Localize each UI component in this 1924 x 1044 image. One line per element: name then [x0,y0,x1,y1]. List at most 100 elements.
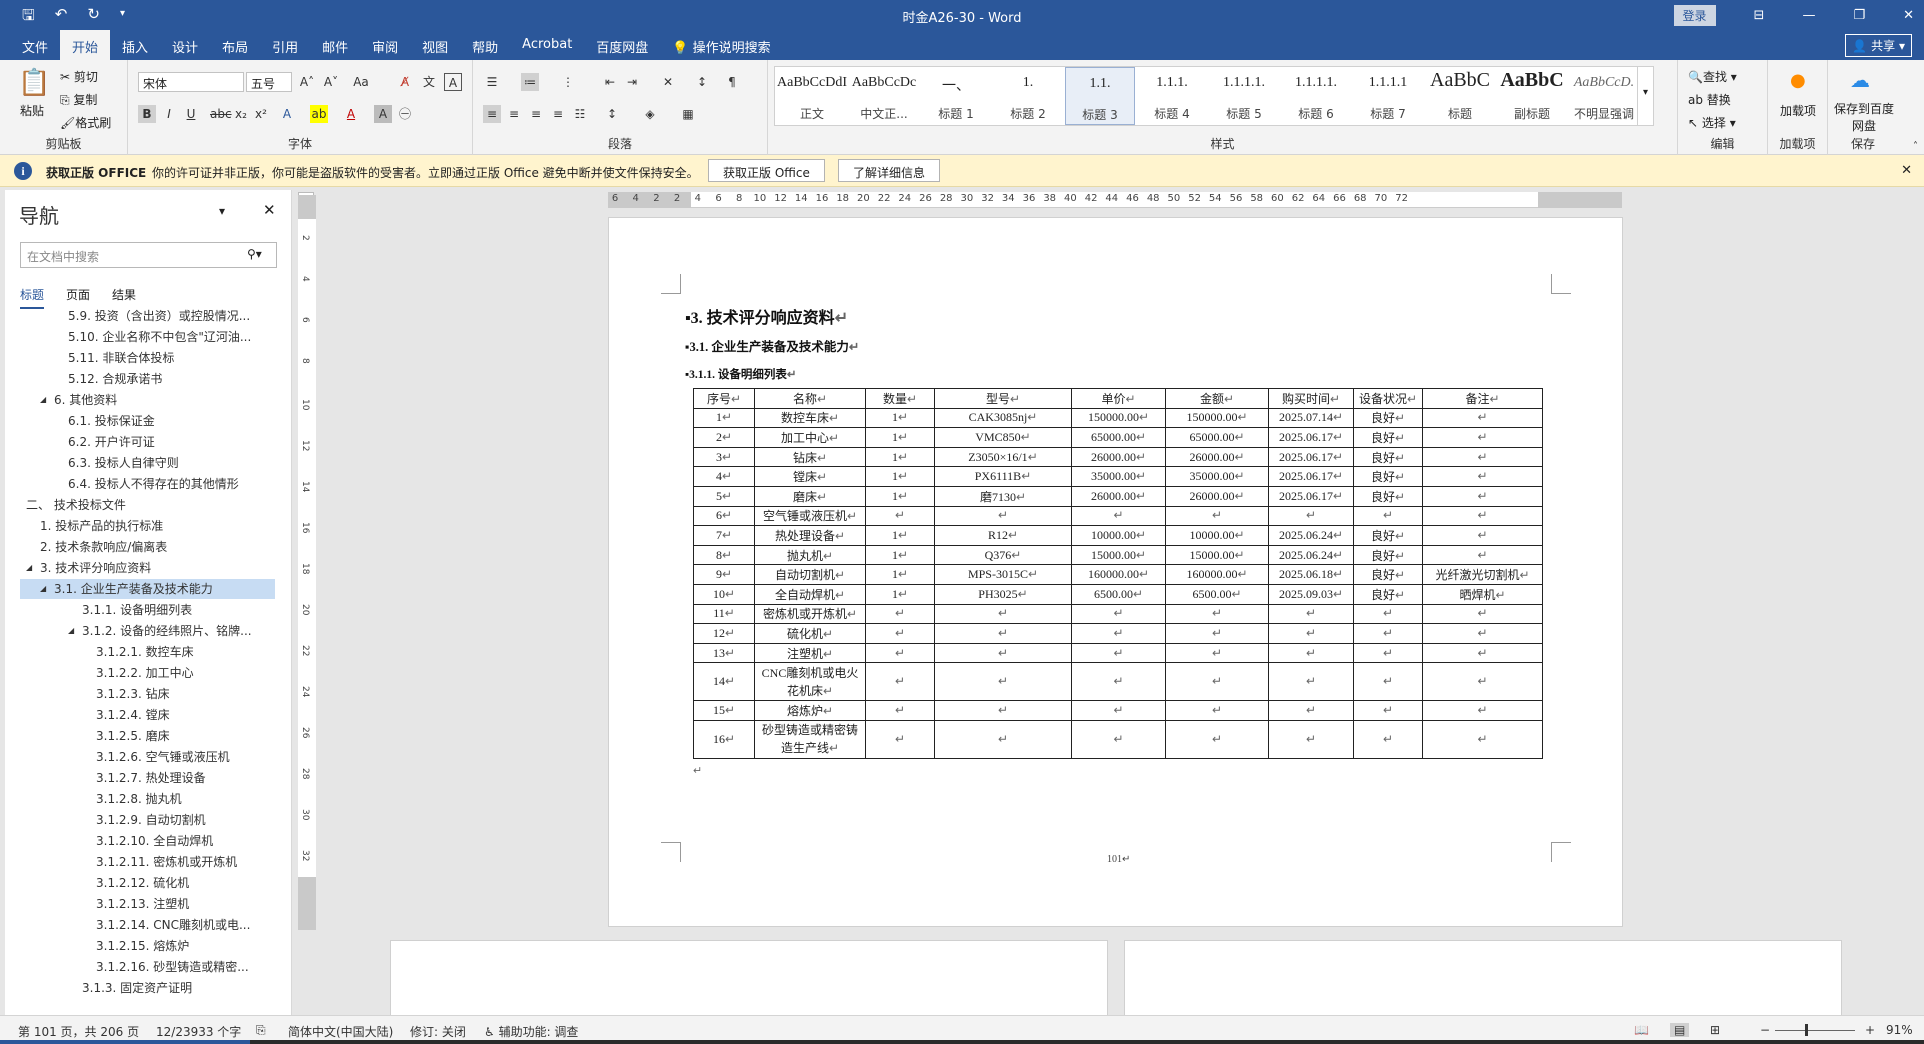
table-cell[interactable]: 加工中心↵ [754,427,866,448]
collapse-arrow-icon[interactable]: ◢ [40,579,46,599]
minimize-icon[interactable]: — [1802,8,1815,23]
table-cell[interactable]: ↵ [1422,662,1543,702]
chinese-layout-icon[interactable]: ✕ [659,73,677,91]
table-cell[interactable]: CAK3085nj↵ [934,407,1072,429]
next-page-left[interactable] [390,940,1108,1020]
table-cell[interactable]: ↵ [1071,662,1166,702]
table-header-cell[interactable]: 备注↵ [1422,388,1543,409]
table-cell[interactable]: MPS-3015C↵ [934,564,1072,585]
table-cell[interactable]: ↵ [1165,719,1269,759]
table-cell[interactable]: 良好↵ [1353,407,1423,429]
nav-heading-item[interactable]: 5.12. 合规承诺书 [20,369,275,389]
table-cell[interactable]: 良好↵ [1353,427,1423,448]
vertical-ruler[interactable]: 2 4 6 8 10 12 14 16 18 20 22 24 26 28 30 32 [298,195,316,930]
heading-2[interactable]: ▪3.1. 企业生产装备及技术能力↵ [685,336,859,355]
copy-button[interactable]: ⎘ 复制 [60,91,97,108]
phonetic-icon[interactable]: 文 [420,73,438,91]
font-size-combo[interactable]: 五号 [246,72,292,92]
table-cell[interactable]: ↵ [1422,719,1543,759]
table-cell[interactable]: 2↵ [693,427,755,448]
table-cell[interactable]: ↵ [865,642,935,664]
table-cell[interactable]: ↵ [1268,642,1354,664]
table-cell[interactable]: 160000.00↵ [1165,564,1269,585]
table-cell[interactable]: 1↵ [865,485,935,507]
table-cell[interactable]: 14↵ [693,662,755,702]
table-cell[interactable]: 2025.09.03↵ [1268,583,1354,605]
table-cell[interactable]: ↵ [1165,603,1269,625]
print-layout-icon[interactable]: ▤ [1670,1023,1690,1037]
table-cell[interactable]: ↵ [865,603,935,625]
table-cell[interactable]: ↵ [1422,427,1543,448]
language[interactable]: 简体中文(中国大陆) [288,1023,393,1040]
table-cell[interactable]: ↵ [1422,544,1543,566]
table-cell[interactable]: 1↵ [865,564,935,585]
nav-heading-item[interactable]: 5.10. 企业名称不中包含"辽河油... [20,327,275,347]
table-cell[interactable]: ↵ [1165,623,1269,644]
nav-heading-item[interactable]: ◢二、 技术投标文件 [20,495,275,515]
style-subtitle[interactable]: AaBbC 副标题 [1497,67,1567,125]
nav-heading-item[interactable]: 3.1.2.12. 硫化机 [20,873,275,893]
table-cell[interactable]: ↵ [1353,662,1423,702]
close-window-icon[interactable]: ✕ [1903,8,1914,23]
table-cell[interactable]: Z3050×16/1↵ [934,446,1072,468]
table-cell[interactable]: 1↵ [865,407,935,429]
table-cell[interactable]: ↵ [1422,485,1543,507]
table-cell[interactable]: ↵ [1165,662,1269,702]
proofing-icon[interactable]: ⎘ [256,1023,266,1038]
table-header-cell[interactable]: 名称↵ [754,388,866,409]
table-cell[interactable]: ↵ [865,662,935,702]
table-cell[interactable]: ↵ [1268,603,1354,625]
style-title[interactable]: AaBbC 标题 [1425,67,1495,125]
table-cell[interactable]: 1↵ [865,583,935,605]
nav-heading-item[interactable]: 6.1. 投标保证金 [20,411,275,431]
table-cell[interactable]: 空气锤或液压机↵ [754,505,866,527]
table-cell[interactable]: ↵ [1353,603,1423,625]
nav-heading-item[interactable]: 3.1.2.16. 砂型铸造或精密... [20,957,275,977]
table-cell[interactable]: 6↵ [693,505,755,527]
increase-indent-icon[interactable]: ⇥ [623,73,641,91]
tab-help[interactable]: 帮助 [460,30,510,60]
table-cell[interactable]: ↵ [1422,525,1543,546]
nav-heading-item[interactable]: ◢ 3.1.2. 设备的经纬照片、铭牌... [20,621,275,641]
table-cell[interactable]: 数控车床↵ [754,407,866,429]
nav-heading-item[interactable]: 3.1.1. 设备明细列表 [20,600,275,620]
zoom-slider[interactable] [1775,1030,1855,1031]
table-cell[interactable]: 镗床↵ [754,466,866,487]
nav-options-icon[interactable]: ▾ [219,204,225,218]
find-button[interactable]: 🔍查找 ▾ [1688,68,1737,85]
table-cell[interactable]: ↵ [1165,642,1269,664]
table-cell[interactable]: 全自动焊机↵ [754,583,866,605]
tab-review[interactable]: 审阅 [360,30,410,60]
nav-heading-item[interactable]: 3.1.2.9. 自动切割机 [20,810,275,830]
table-cell[interactable]: 熔炼炉↵ [754,700,866,721]
zoom-out-icon[interactable]: − [1760,1023,1770,1037]
shrink-font-icon[interactable]: A˅ [322,73,340,91]
nav-heading-item[interactable]: 3.1.2.5. 磨床 [20,726,275,746]
table-cell[interactable]: ↵ [1422,446,1543,468]
table-cell[interactable]: ↵ [934,719,1072,759]
table-cell[interactable]: 15↵ [693,700,755,721]
nav-heading-item[interactable]: 6.2. 开户许可证 [20,432,275,452]
table-cell[interactable]: ↵ [865,505,935,527]
table-cell[interactable]: 2025.06.24↵ [1268,544,1354,566]
bold-icon[interactable]: B [138,105,156,123]
nav-heading-item[interactable]: 3.1.3. 固定资产证明 [20,978,275,998]
accessibility[interactable]: ♿ 辅助功能: 调查 [484,1023,578,1040]
table-cell[interactable]: 160000.00↵ [1071,564,1166,585]
table-cell[interactable]: 15000.00↵ [1071,544,1166,566]
table-cell[interactable]: 良好↵ [1353,525,1423,546]
nav-heading-item[interactable]: 3.1.2.8. 抛丸机 [20,789,275,809]
style-heading-2[interactable]: 1. 标题 2 [993,67,1063,125]
table-cell[interactable]: CNC雕刻机或电火花机床↵ [754,662,866,702]
table-cell[interactable]: 磨7130↵ [934,485,1072,507]
table-cell[interactable]: 11↵ [693,603,755,625]
equipment-table[interactable]: 序号↵ 名称↵ 数量↵ 型号↵ 单价↵ 金额↵ 购买时间↵ 设备状况↵ 备注↵ 1↵ 数控车床↵ 1… [693,388,1543,759]
style-heading-3[interactable]: 1.1. 标题 3 [1065,67,1135,125]
table-cell[interactable]: ↵ [1353,623,1423,644]
select-button[interactable]: ↖ 选择 ▾ [1688,114,1736,131]
line-spacing-icon[interactable]: ↕ [603,105,621,123]
table-cell[interactable]: ↵ [934,505,1072,527]
align-right-icon[interactable]: ≡ [527,105,545,123]
table-cell[interactable]: 150000.00↵ [1165,407,1269,429]
table-cell[interactable]: ↵ [1353,505,1423,527]
